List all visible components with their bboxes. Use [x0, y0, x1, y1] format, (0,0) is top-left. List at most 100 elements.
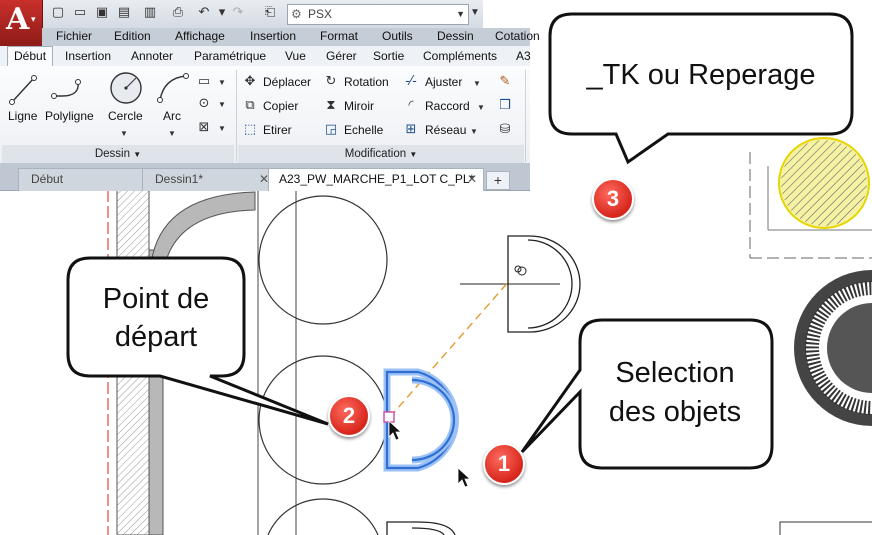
- workspace-value: PSX: [308, 7, 333, 21]
- region-tool-icon[interactable]: ⊠: [196, 120, 212, 136]
- matchprop-icon[interactable]: ✎: [497, 74, 513, 90]
- tool-cercle-label[interactable]: Cercle: [108, 109, 143, 123]
- chevron-down-icon[interactable]: ▼: [473, 79, 481, 88]
- panel-divider: [525, 70, 526, 162]
- tool-etirer-label[interactable]: Etirer: [263, 123, 292, 137]
- new-tab-button[interactable]: +: [486, 171, 510, 190]
- plot-preview-icon[interactable]: ⎗: [262, 5, 278, 21]
- customize-qat-icon[interactable]: ▼: [470, 7, 480, 18]
- tool-echelle-label[interactable]: Echelle: [344, 123, 383, 137]
- chevron-down-icon[interactable]: ▼: [218, 78, 226, 87]
- chevron-down-icon[interactable]: ▼: [120, 129, 128, 138]
- undo-dropdown-icon[interactable]: ▾: [214, 5, 230, 21]
- chevron-down-icon[interactable]: ▼: [470, 127, 478, 136]
- tab-vue[interactable]: Vue: [285, 49, 306, 63]
- lock-layer-icon[interactable]: ⛁: [497, 122, 513, 138]
- callout-tk-text: _TK ou Reperage: [586, 59, 816, 91]
- polyline-tool-icon[interactable]: [50, 72, 84, 106]
- tab-sortie[interactable]: Sortie: [373, 49, 404, 63]
- chevron-down-icon[interactable]: ▼: [218, 124, 226, 133]
- open-file-icon[interactable]: ▭: [72, 5, 88, 21]
- hatched-circle-fill: [781, 140, 867, 226]
- tab-insertion[interactable]: Insertion: [65, 49, 111, 63]
- cursor-arrow-2: [457, 467, 472, 488]
- rotate-icon[interactable]: ↻: [323, 74, 339, 90]
- redo-icon[interactable]: ↷: [230, 5, 246, 21]
- tool-raccord-label[interactable]: Raccord: [425, 99, 470, 113]
- doc-tab-dessin1[interactable]: Dessin1* ✕: [142, 168, 276, 191]
- application-menu-button[interactable]: A ▾: [0, 0, 43, 46]
- circle-bottom[interactable]: [267, 498, 379, 535]
- menu-cotation[interactable]: Cotation: [495, 29, 540, 43]
- d-shape-selected[interactable]: [383, 368, 459, 472]
- rectangle-tool-icon[interactable]: ▭: [196, 74, 212, 90]
- line-tool-icon[interactable]: [8, 72, 38, 106]
- fillet-icon[interactable]: ◜: [403, 98, 419, 114]
- app-logo: A: [6, 2, 30, 37]
- gear-icon: ⚙: [291, 7, 302, 21]
- move-icon[interactable]: ✥: [242, 74, 258, 90]
- tab-complements[interactable]: Compléments: [423, 49, 497, 63]
- workspace-select[interactable]: ⚙ PSX ▼: [287, 4, 469, 25]
- d-shape-bottom-inner[interactable]: [411, 527, 445, 535]
- radial-grille[interactable]: [794, 270, 872, 426]
- undo-icon[interactable]: ↶: [196, 5, 212, 21]
- chevron-down-icon[interactable]: ▼: [168, 129, 176, 138]
- tab-debut[interactable]: Début: [7, 46, 54, 68]
- menu-insertion[interactable]: Insertion: [250, 29, 296, 43]
- menu-affichage[interactable]: Affichage: [175, 29, 225, 43]
- doc-tab-label: Dessin1*: [155, 172, 204, 186]
- array-icon[interactable]: ⊞: [403, 122, 419, 138]
- step-badge-1: 1: [483, 443, 525, 485]
- tool-ajuster-label[interactable]: Ajuster: [425, 75, 462, 89]
- mirror-icon[interactable]: ⧗: [323, 98, 339, 114]
- menu-outils[interactable]: Outils: [382, 29, 413, 43]
- menu-format[interactable]: Format: [320, 29, 358, 43]
- save-all-icon[interactable]: ▤: [116, 5, 132, 21]
- copy-icon[interactable]: ⧉: [242, 98, 258, 114]
- trim-icon[interactable]: -⁄-: [403, 74, 419, 90]
- scale-icon[interactable]: ◲: [323, 122, 339, 138]
- chevron-down-icon: ▼: [133, 150, 142, 159]
- circle-tool-icon[interactable]: [108, 70, 144, 106]
- print-icon[interactable]: ⎙: [170, 5, 186, 21]
- tab-annoter[interactable]: Annoter: [131, 49, 173, 63]
- tool-miroir-label[interactable]: Miroir: [344, 99, 374, 113]
- tool-rotation-label[interactable]: Rotation: [344, 75, 389, 89]
- tab-parametrique[interactable]: Paramétrique: [194, 49, 266, 63]
- tool-deplacer-label[interactable]: Déplacer: [263, 75, 311, 89]
- panel-dessin-label: Dessin: [94, 148, 131, 160]
- tool-copier-label[interactable]: Copier: [263, 99, 298, 113]
- circle-top[interactable]: [258, 195, 388, 325]
- 3d-solid-icon[interactable]: ❒: [497, 98, 513, 114]
- menu-dessin[interactable]: Dessin: [437, 29, 474, 43]
- doc-tab-debut[interactable]: Début: [18, 168, 150, 191]
- doc-tab-a23[interactable]: A23_PW_MARCHE_P1_LOT C_PL* ✕: [268, 168, 484, 191]
- new-file-icon[interactable]: ▢: [50, 5, 66, 21]
- stretch-icon[interactable]: ⬚: [242, 122, 258, 138]
- chevron-down-icon[interactable]: ▼: [477, 103, 485, 112]
- tool-polyligne-label[interactable]: Polyligne: [45, 109, 94, 123]
- menu-fichier[interactable]: Fichier: [56, 29, 92, 43]
- callout-select-line1: Selection: [615, 357, 735, 389]
- tool-arc-label[interactable]: Arc: [163, 109, 181, 123]
- arc-tool-icon[interactable]: [156, 72, 190, 106]
- cursor-arrow-1: [388, 420, 403, 441]
- d-shape-target[interactable]: [460, 235, 581, 333]
- quick-access-toolbar: ▢ ▭ ▣ ▤ ▥ ⎙ ↶ ▾ ↷ ⎗ ⚙ PSX ▼ ▼: [0, 0, 483, 29]
- panel-dessin-title[interactable]: Dessin ▼: [2, 145, 234, 163]
- menu-edition[interactable]: Edition: [114, 29, 151, 43]
- hatch-tool-icon[interactable]: ⊙: [196, 96, 212, 112]
- panel-modification-title[interactable]: Modification ▼: [238, 145, 524, 163]
- save-icon[interactable]: ▣: [94, 5, 110, 21]
- tool-ligne-label[interactable]: Ligne: [8, 109, 37, 123]
- tab-gerer[interactable]: Gérer: [326, 49, 357, 63]
- step-badge-3: 3: [592, 178, 634, 220]
- tab-a3[interactable]: A3: [516, 49, 531, 63]
- close-icon[interactable]: ✕: [467, 169, 477, 189]
- save-as-icon[interactable]: ▥: [142, 5, 158, 21]
- step-badge-2: 2: [328, 395, 370, 437]
- tool-reseau-label[interactable]: Réseau: [425, 123, 466, 137]
- callout-start-line1: Point de: [102, 283, 210, 315]
- chevron-down-icon[interactable]: ▼: [218, 100, 226, 109]
